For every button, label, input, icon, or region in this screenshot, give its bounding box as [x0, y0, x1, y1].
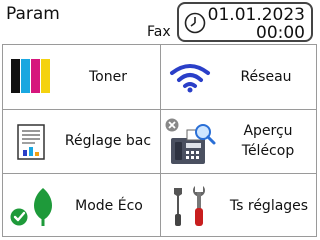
toner-cartridges-icon	[11, 59, 50, 93]
time-text: 00:00	[256, 23, 305, 43]
tray-setting-button[interactable]: Réglage bac	[3, 110, 160, 173]
toner-button[interactable]: Toner	[3, 45, 160, 109]
date-time-button[interactable]: 01.01.2023 00:00	[177, 2, 313, 43]
tray-setting-label: Réglage bac	[64, 133, 152, 149]
eco-leaf-icon	[10, 188, 52, 226]
eco-mode-label: Mode Éco	[75, 198, 143, 214]
all-settings-button[interactable]: Ts réglages	[161, 174, 316, 236]
fax-mode-label: Fax	[147, 24, 171, 40]
fax-preview-label: Aperçu Télécop	[241, 123, 295, 159]
wifi-icon	[170, 64, 210, 93]
network-label: Réseau	[240, 69, 292, 85]
toner-label: Toner	[89, 69, 127, 85]
eco-mode-button[interactable]: Mode Éco	[3, 174, 160, 236]
fax-preview-button[interactable]: Aperçu Télécop	[161, 110, 316, 173]
network-button[interactable]: Réseau	[161, 45, 316, 109]
tools-icon	[174, 186, 205, 226]
clock-icon	[184, 12, 206, 34]
settings-menu-grid: Toner Réseau Réglage bac Aperçu Télécop …	[2, 44, 317, 237]
page-title: Param	[6, 4, 60, 24]
tray-settings-icon	[17, 124, 45, 160]
date-text: 01.01.2023	[207, 5, 305, 25]
all-settings-label: Ts réglages	[229, 198, 309, 214]
header-bar: Param Fax 01.01.2023 00:00	[0, 0, 320, 44]
fax-preview-icon	[165, 118, 216, 164]
